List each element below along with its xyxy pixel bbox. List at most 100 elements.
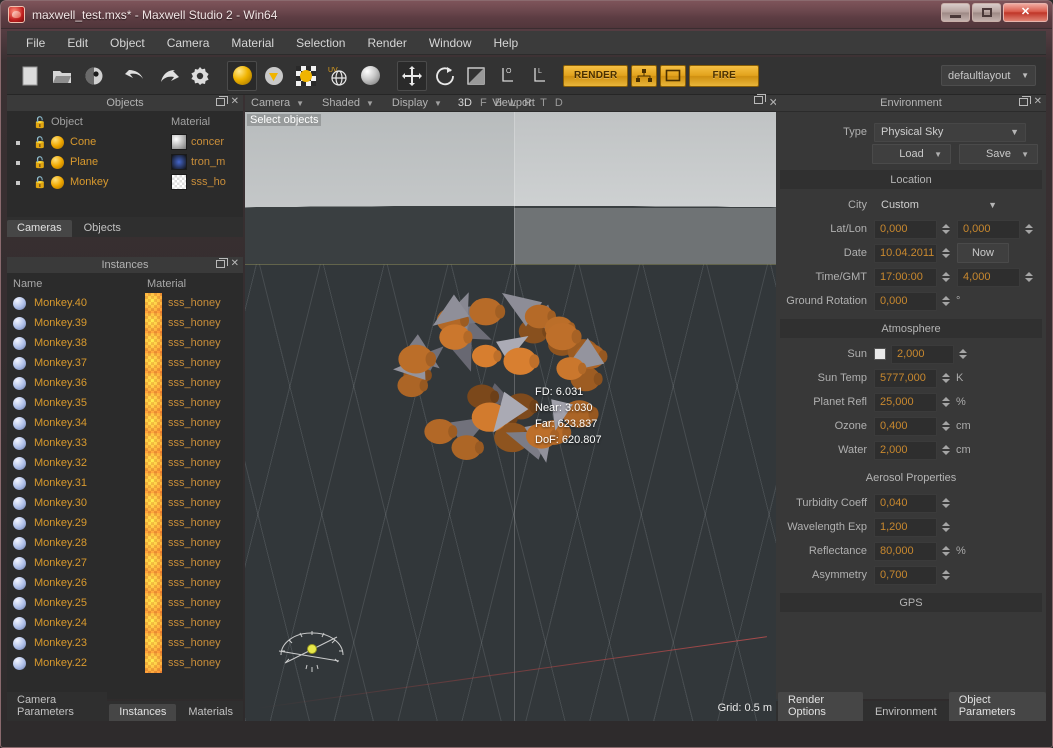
- gmt-input[interactable]: 4,000: [957, 267, 1020, 287]
- gmt-stepper[interactable]: [1023, 268, 1034, 286]
- lon-input[interactable]: 0,000: [957, 219, 1020, 239]
- ground-rotation-input[interactable]: 0,000: [874, 291, 937, 311]
- table-row[interactable]: 🔓 Monkey sss_ho: [7, 172, 243, 192]
- list-item[interactable]: Monkey.38 sss_honey: [7, 333, 243, 353]
- date-input[interactable]: 10.04.2011: [874, 243, 937, 263]
- local-axis-icon[interactable]: L: [525, 61, 555, 91]
- tab-render-options[interactable]: Render Options: [778, 692, 863, 721]
- settings-gear-icon[interactable]: [185, 61, 215, 91]
- fire-button[interactable]: FIRE: [689, 64, 760, 87]
- asymmetry-stepper[interactable]: [940, 566, 951, 584]
- close-panel-icon[interactable]: ✕: [231, 96, 239, 107]
- undo-icon[interactable]: [121, 61, 151, 91]
- material-picker-icon[interactable]: [355, 61, 385, 91]
- viewport-shading-select[interactable]: Shaded: [316, 97, 366, 109]
- viewport-axis-front[interactable]: F: [476, 97, 491, 109]
- tab-object-parameters[interactable]: Object Parameters: [948, 692, 1046, 721]
- list-item[interactable]: Monkey.23 sss_honey: [7, 633, 243, 653]
- turbidity-stepper[interactable]: [940, 494, 951, 512]
- turbidity-input[interactable]: 0,040: [874, 493, 937, 513]
- float-panel-icon[interactable]: [215, 95, 228, 106]
- menu-file[interactable]: File: [15, 33, 56, 53]
- ground-rotation-stepper[interactable]: [940, 292, 951, 310]
- viewport-camera-select[interactable]: Camera: [245, 97, 296, 109]
- layout-select[interactable]: defaultlayout ▼: [941, 65, 1036, 86]
- date-stepper[interactable]: [940, 244, 951, 262]
- float-panel-icon[interactable]: [215, 257, 228, 268]
- list-item[interactable]: Monkey.27 sss_honey: [7, 553, 243, 573]
- minimize-button[interactable]: [941, 3, 970, 22]
- visibility-dot[interactable]: [7, 136, 29, 148]
- list-item[interactable]: Monkey.22 sss_honey: [7, 653, 243, 673]
- asymmetry-input[interactable]: 0,700: [874, 565, 937, 585]
- visibility-dot[interactable]: [7, 176, 29, 188]
- table-row[interactable]: 🔓 Cone concer: [7, 132, 243, 152]
- list-item[interactable]: Monkey.39 sss_honey: [7, 313, 243, 333]
- list-item[interactable]: Monkey.32 sss_honey: [7, 453, 243, 473]
- region-render-icon[interactable]: [660, 64, 687, 87]
- chevron-down-icon[interactable]: ▼: [366, 99, 386, 108]
- float-panel-icon[interactable]: [1018, 95, 1031, 106]
- menu-camera[interactable]: Camera: [156, 33, 221, 53]
- load-button[interactable]: Load ▼: [872, 144, 951, 164]
- list-item[interactable]: Monkey.29 sss_honey: [7, 513, 243, 533]
- open-folder-icon[interactable]: [47, 61, 77, 91]
- lock-icon[interactable]: 🔓: [29, 176, 51, 189]
- close-panel-icon[interactable]: ✕: [1034, 96, 1042, 107]
- city-select[interactable]: Custom ▼: [874, 196, 1004, 215]
- menu-window[interactable]: Window: [418, 33, 483, 53]
- tab-environment[interactable]: Environment: [864, 704, 947, 721]
- chevron-down-icon[interactable]: ▼: [296, 99, 316, 108]
- tab-instances[interactable]: Instances: [109, 704, 177, 721]
- ozone-stepper[interactable]: [940, 417, 951, 435]
- wavelength-stepper[interactable]: [940, 518, 951, 536]
- reflectance-input[interactable]: 80,000: [874, 541, 937, 561]
- instances-list[interactable]: Name Material Monkey.40 sss_honey Monkey.3…: [7, 274, 243, 699]
- lock-icon[interactable]: 🔓: [29, 156, 51, 169]
- list-item[interactable]: Monkey.35 sss_honey: [7, 393, 243, 413]
- rotate-tool-icon[interactable]: [429, 61, 459, 91]
- list-item[interactable]: Monkey.40 sss_honey: [7, 293, 243, 313]
- menu-help[interactable]: Help: [483, 33, 530, 53]
- viewport-axis-3d[interactable]: 3D: [454, 97, 476, 109]
- list-item[interactable]: Monkey.33 sss_honey: [7, 433, 243, 453]
- list-item[interactable]: Monkey.36 sss_honey: [7, 373, 243, 393]
- maximize-button[interactable]: [972, 3, 1001, 22]
- wavelength-input[interactable]: 1,200: [874, 517, 937, 537]
- lon-stepper[interactable]: [1023, 220, 1034, 238]
- water-stepper[interactable]: [940, 441, 951, 459]
- float-panel-icon[interactable]: [753, 94, 766, 104]
- list-item[interactable]: Monkey.34 sss_honey: [7, 413, 243, 433]
- list-item[interactable]: Monkey.25 sss_honey: [7, 593, 243, 613]
- network-render-icon[interactable]: [631, 64, 658, 87]
- time-stepper[interactable]: [940, 268, 951, 286]
- material-preview-icon[interactable]: [259, 61, 289, 91]
- list-item[interactable]: Monkey.31 sss_honey: [7, 473, 243, 493]
- viewport-display-select[interactable]: Display: [386, 97, 434, 109]
- menu-edit[interactable]: Edit: [56, 33, 99, 53]
- tab-cameras[interactable]: Cameras: [7, 220, 72, 237]
- time-input[interactable]: 17:00:00: [874, 267, 937, 287]
- tab-camera-parameters[interactable]: Camera Parameters: [7, 692, 108, 721]
- now-button[interactable]: Now: [957, 243, 1009, 263]
- list-item[interactable]: Monkey.37 sss_honey: [7, 353, 243, 373]
- viewport-3d-canvas[interactable]: Select objects FD: 6.031 Near: 3.030 Far…: [245, 112, 782, 721]
- water-input[interactable]: 2,000: [874, 440, 937, 460]
- environment-type-select[interactable]: Physical Sky ▼: [874, 122, 1026, 142]
- save-button[interactable]: Save ▼: [959, 144, 1038, 164]
- sun-color-swatch[interactable]: [874, 348, 886, 360]
- sun-stepper[interactable]: [957, 345, 968, 363]
- material-texture-icon[interactable]: [291, 61, 321, 91]
- sun-temp-input[interactable]: 5777,000: [874, 368, 937, 388]
- reflectance-stepper[interactable]: [940, 542, 951, 560]
- material-gold-sphere-icon[interactable]: [227, 60, 257, 91]
- close-button[interactable]: ✕: [1003, 3, 1048, 22]
- planet-refl-input[interactable]: 25,000: [874, 392, 937, 412]
- menu-selection[interactable]: Selection: [285, 33, 356, 53]
- lock-icon[interactable]: 🔓: [29, 136, 51, 149]
- render-button[interactable]: RENDER: [563, 64, 629, 87]
- move-tool-icon[interactable]: [397, 60, 427, 91]
- redo-icon[interactable]: [153, 61, 183, 91]
- list-item[interactable]: Monkey.30 sss_honey: [7, 493, 243, 513]
- uv-mapping-icon[interactable]: UV: [323, 61, 353, 91]
